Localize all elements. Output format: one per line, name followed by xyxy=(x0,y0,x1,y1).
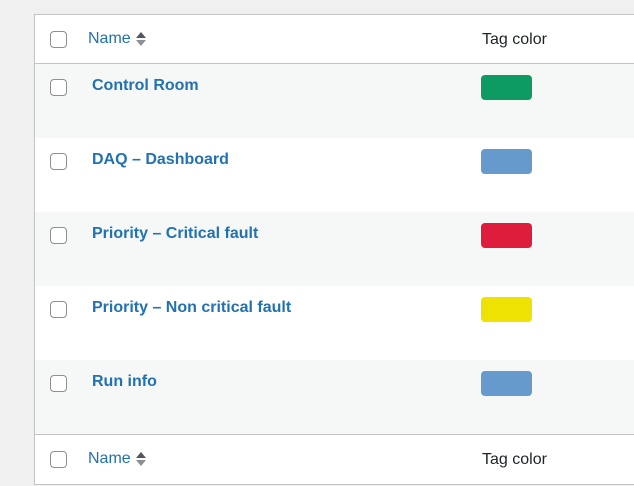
table-row: Priority – Non critical fault xyxy=(35,286,634,360)
tag-color-swatch xyxy=(481,371,532,396)
tag-color-column-header: Tag color xyxy=(482,31,547,48)
tag-color-swatch xyxy=(481,149,532,174)
table-row: Run info xyxy=(35,360,634,434)
tag-name-link[interactable]: Priority – Critical fault xyxy=(92,225,258,243)
row-checkbox[interactable] xyxy=(50,153,67,170)
tag-name-link[interactable]: Priority – Non critical fault xyxy=(92,299,291,317)
select-all-checkbox-footer[interactable] xyxy=(50,451,67,468)
name-column-label: Name xyxy=(88,30,131,47)
tag-color-swatch xyxy=(481,223,532,248)
tag-name-link[interactable]: Control Room xyxy=(92,77,199,95)
select-all-checkbox[interactable] xyxy=(50,31,67,48)
sort-icon[interactable] xyxy=(135,451,146,467)
sort-icon[interactable] xyxy=(135,31,146,47)
table-row: Priority – Critical fault xyxy=(35,212,634,286)
table-footer: Name Tag color xyxy=(35,434,634,484)
tag-color-column-footer: Tag color xyxy=(482,451,547,468)
name-column-header[interactable]: Name xyxy=(88,30,146,48)
row-checkbox[interactable] xyxy=(50,79,67,96)
name-column-footer-label: Name xyxy=(88,450,131,467)
row-checkbox[interactable] xyxy=(50,301,67,318)
tags-table: Name Tag color Control Room DAQ – Dashboa… xyxy=(34,14,634,485)
tag-name-link[interactable]: Run info xyxy=(92,373,157,391)
tag-color-swatch xyxy=(481,297,532,322)
tag-name-link[interactable]: DAQ – Dashboard xyxy=(92,151,229,169)
name-column-footer[interactable]: Name xyxy=(88,450,146,468)
tag-color-swatch xyxy=(481,75,532,100)
row-checkbox[interactable] xyxy=(50,375,67,392)
table-row: DAQ – Dashboard xyxy=(35,138,634,212)
table-header: Name Tag color xyxy=(35,15,634,64)
row-checkbox[interactable] xyxy=(50,227,67,244)
table-row: Control Room xyxy=(35,64,634,138)
